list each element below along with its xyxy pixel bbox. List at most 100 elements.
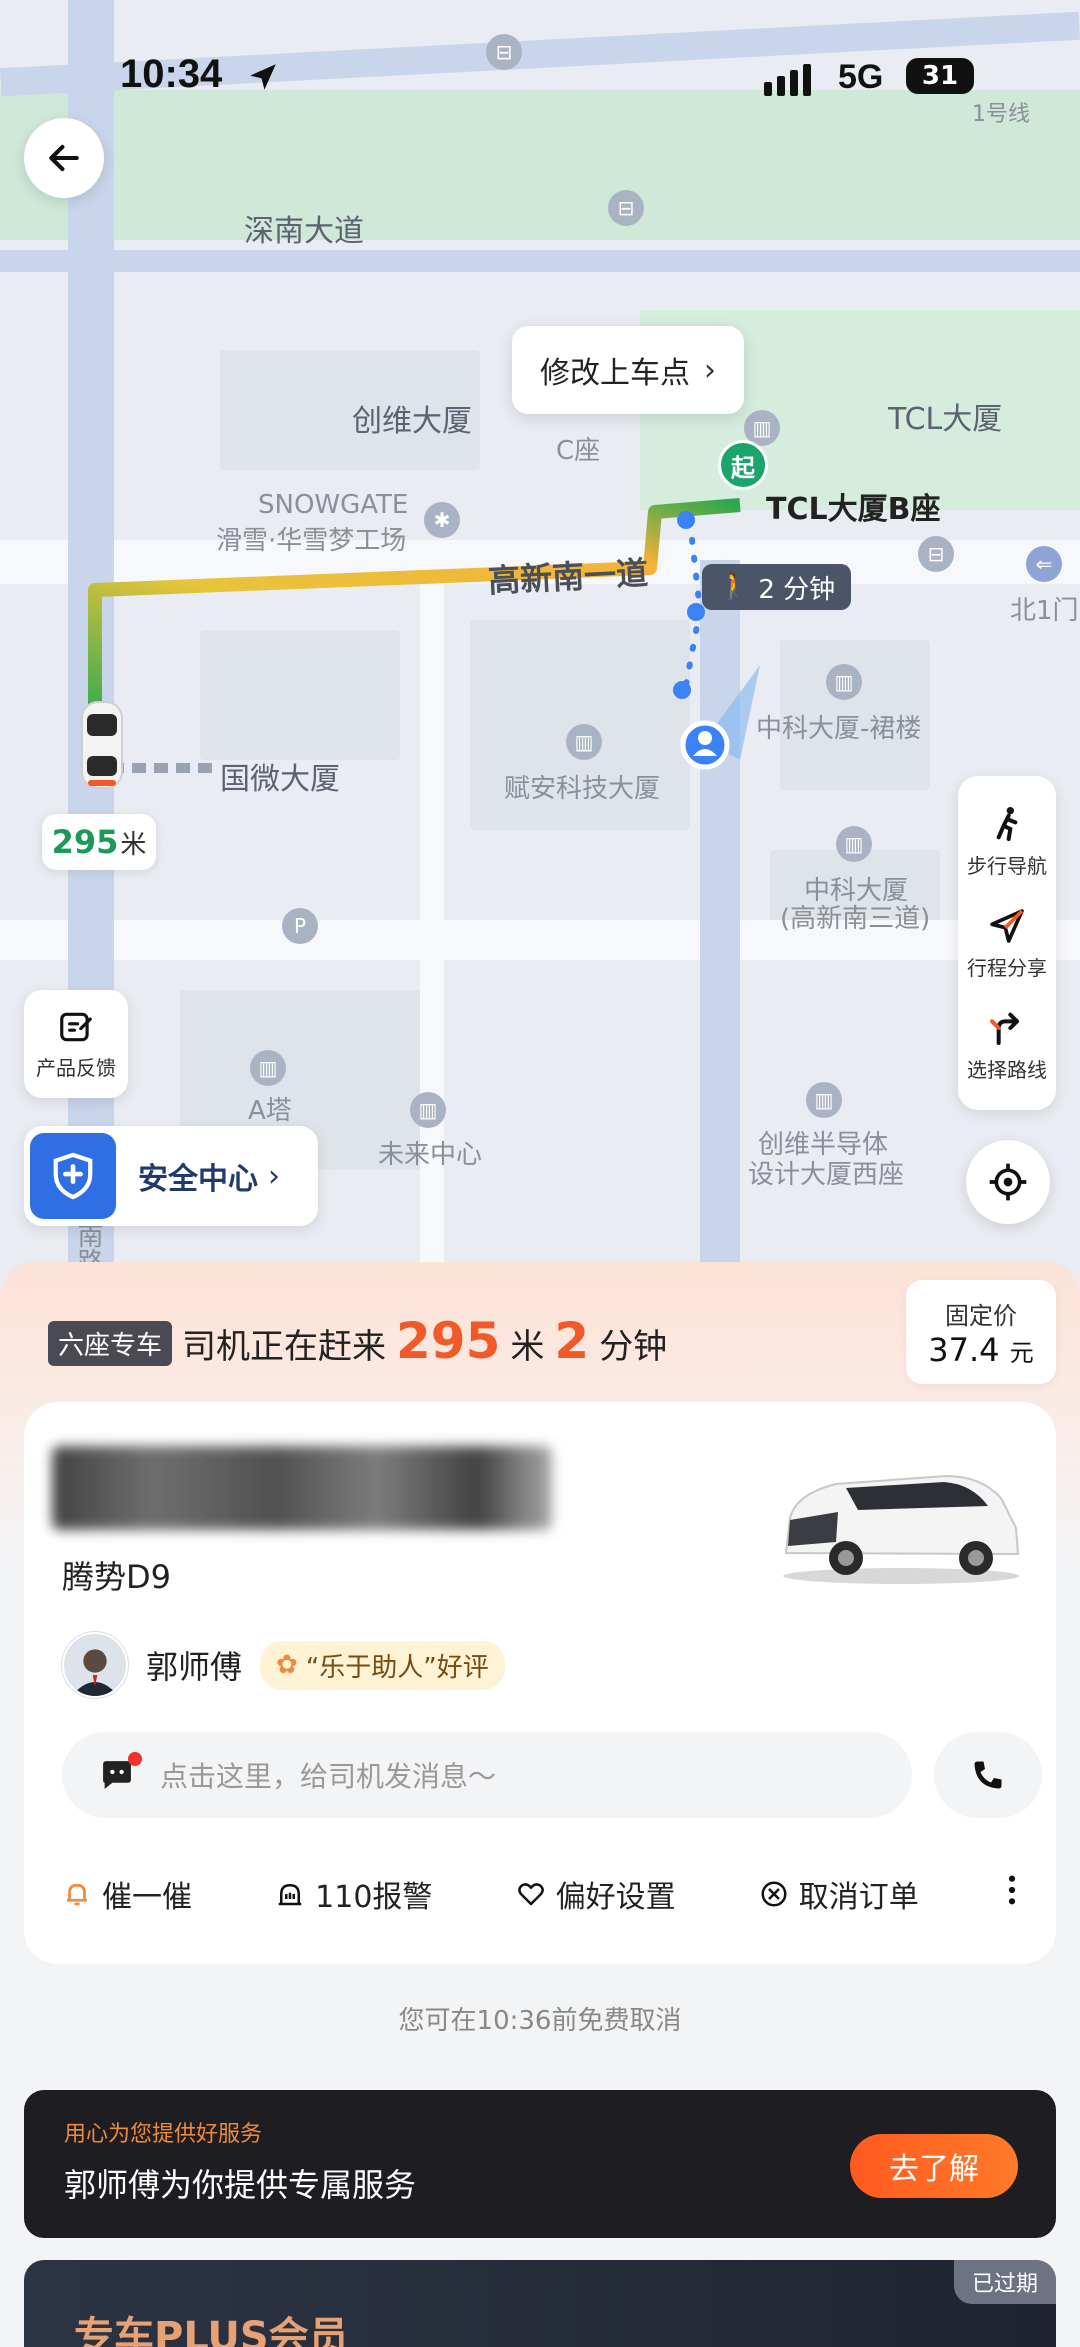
shield-icon [30, 1133, 116, 1219]
preference-button[interactable]: 偏好设置 [516, 1872, 676, 1916]
chat-icon [98, 1752, 142, 1792]
tool-label: 选择路线 [967, 1057, 1047, 1082]
price-value-row: 37.4 元 [928, 1331, 1033, 1369]
car-type-badge: 六座专车 [48, 1321, 173, 1366]
distance-value: 295 [396, 1312, 501, 1370]
route-line [88, 498, 760, 773]
product-feedback-button[interactable]: 产品反馈 [24, 990, 128, 1098]
message-placeholder: 点击这里，给司机发消息～ [160, 1760, 497, 1793]
poi-building-icon: ▥ [250, 1050, 286, 1086]
walking-icon: 🚶 [718, 572, 751, 602]
back-button[interactable] [24, 118, 104, 198]
driver-distance-tag: 295 米 [42, 814, 156, 870]
eta-value: 2 [554, 1312, 590, 1370]
preference-label: 偏好设置 [555, 1880, 676, 1915]
feedback-label: 产品反馈 [36, 1055, 116, 1080]
price-label: 固定价 [945, 1301, 1017, 1330]
driver-distance-unit: 米 [120, 829, 147, 860]
entrance-icon: ⇐ [1026, 546, 1062, 582]
driver-distance-value: 295 [51, 823, 119, 861]
share-trip-button[interactable]: 行程分享 [967, 906, 1047, 981]
map-label: 中科大厦-裙楼 [756, 714, 922, 744]
more-options-button[interactable] [1002, 1873, 1022, 1916]
route-select-button[interactable]: 选择路线 [967, 1008, 1047, 1083]
fixed-price-box[interactable]: 固定价 37.4 元 [906, 1280, 1056, 1384]
map-label: 未来中心 [378, 1140, 483, 1170]
more-vertical-icon [1008, 1875, 1016, 1904]
safety-center-label: 安全中心 [138, 1162, 258, 1197]
flower-icon: ✿ [276, 1650, 298, 1680]
map-label: A塔 [248, 1096, 292, 1126]
plus-title: 专车PLUS会员 [74, 2314, 349, 2347]
pickup-place-label: TCL大厦B座 [766, 492, 941, 527]
walking-icon [996, 806, 1018, 841]
back-arrow-icon [49, 144, 79, 172]
change-pickup-button[interactable]: 修改上车点 › [512, 326, 744, 414]
price-value: 37.4 [928, 1330, 1000, 1369]
plus-membership-card[interactable]: 专车PLUS会员 已过期 [24, 2260, 1056, 2347]
map-label: 高新南一道 [487, 553, 650, 601]
map-label: 设计大厦西座 [748, 1160, 905, 1190]
map-view[interactable]: 1号线 深南大道 创维大厦 C座 TCL大厦 SNOWGATE 滑雪·华雪梦工场… [0, 0, 1080, 1290]
poi-building-icon: ▥ [566, 724, 602, 760]
service-title: 郭师傅为你提供专属服务 [64, 2166, 417, 2204]
share-trip-icon [990, 908, 1024, 943]
person-icon [71, 1649, 119, 1696]
cancel-order-label: 取消订单 [798, 1880, 919, 1915]
walk-time-text: 2 分钟 [758, 574, 836, 605]
signal-icon [764, 64, 811, 96]
map-label: (高新南三道) [780, 904, 931, 934]
chevron-right-icon: › [268, 1158, 280, 1194]
crosshair-icon [989, 1163, 1027, 1201]
map-label: 滑雪·华雪梦工场 [216, 526, 407, 556]
map-tools-panel: 步行导航 行程分享 选择路线 [958, 776, 1056, 1110]
driver-card: 腾势D9 郭师傅 ✿ “乐于助人”好评 点击这里，给司机发消息～ 催一催 110… [24, 1402, 1056, 1964]
map-label: 创维大厦 [352, 404, 472, 439]
car-model: 腾势D9 [62, 1558, 172, 1596]
police-label: 110报警 [315, 1880, 433, 1915]
poi-building-icon: ▥ [410, 1092, 446, 1128]
poi-building-icon: ▥ [836, 826, 872, 862]
license-plate-blurred [52, 1446, 552, 1530]
phone-icon [974, 1761, 1002, 1789]
poi-building-icon: ▥ [826, 664, 862, 700]
trip-sheet: 六座专车 司机正在赶来 295 米 2 分钟 固定价 37.4 元 腾势D9 郭… [0, 1262, 1080, 2347]
start-marker: 起 [718, 440, 768, 490]
bus-stop-icon: ⊟ [608, 190, 644, 226]
locate-button[interactable] [966, 1140, 1050, 1224]
praise-text: “乐于助人”好评 [305, 1652, 489, 1683]
police-button[interactable]: 110报警 [275, 1872, 432, 1916]
urge-button[interactable]: 催一催 [62, 1872, 192, 1916]
trip-status: 六座专车 司机正在赶来 295 米 2 分钟 [48, 1312, 667, 1370]
safety-center-button[interactable]: 安全中心 › [24, 1126, 318, 1226]
service-card[interactable]: 用心为您提供好服务 郭师傅为你提供专属服务 去了解 [24, 2090, 1056, 2238]
map-label: 北1门 [1010, 596, 1079, 626]
praise-badge[interactable]: ✿ “乐于助人”好评 [260, 1640, 505, 1690]
action-bar: 催一催 110报警 偏好设置 取消订单 [62, 1872, 1022, 1916]
price-unit: 元 [1009, 1338, 1034, 1367]
urge-label: 催一催 [102, 1880, 192, 1915]
cancel-order-button[interactable]: 取消订单 [759, 1872, 919, 1916]
route-icon [990, 1012, 1019, 1045]
bell-icon [67, 1883, 87, 1906]
driver-avatar[interactable] [62, 1632, 128, 1698]
parking-icon: P [282, 908, 318, 944]
poi-building-icon: ▥ [806, 1082, 842, 1118]
walking-nav-button[interactable]: 步行导航 [967, 804, 1047, 879]
learn-more-button[interactable]: 去了解 [850, 2134, 1018, 2198]
status-bar: 10:34 5G 31 [0, 0, 1080, 160]
service-subtitle: 用心为您提供好服务 [64, 2122, 263, 2147]
heart-icon [517, 1883, 544, 1906]
expired-badge: 已过期 [953, 2260, 1056, 2304]
call-driver-button[interactable] [934, 1732, 1042, 1818]
map-label: 赋安科技大厦 [504, 774, 661, 804]
feedback-icon [60, 1012, 92, 1041]
map-label: 国微大厦 [220, 762, 340, 797]
alarm-icon [278, 1883, 302, 1906]
map-label: TCL大厦 [888, 402, 1003, 437]
change-pickup-label: 修改上车点 [540, 356, 690, 391]
status-time: 10:34 [120, 52, 223, 96]
unread-dot [128, 1752, 142, 1766]
message-input[interactable]: 点击这里，给司机发消息～ [62, 1732, 912, 1818]
status-prefix: 司机正在赶来 [182, 1327, 387, 1367]
